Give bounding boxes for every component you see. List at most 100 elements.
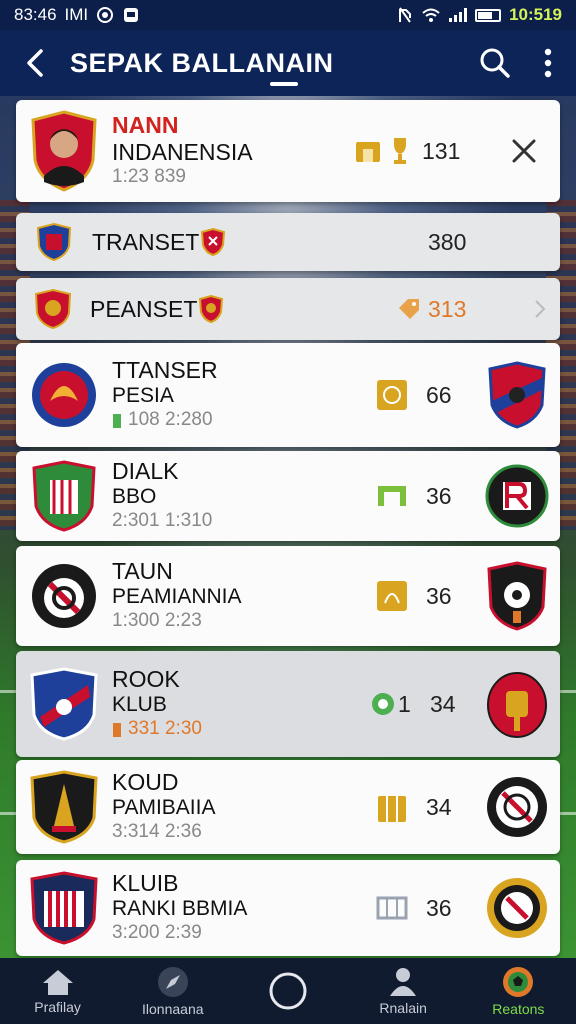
status-time-left: 83:46 <box>14 5 57 24</box>
search-button[interactable] <box>470 30 520 96</box>
club-meta: 2:301 1:310 <box>112 510 213 532</box>
section-row-peanset[interactable]: PEANSET 313 <box>16 278 560 340</box>
club-subtitle: RANKI BBMIA <box>112 897 248 921</box>
club-score: 66 <box>426 381 452 408</box>
player-shield-icon <box>31 110 97 192</box>
opponent-crest <box>474 669 560 739</box>
nav-item-explore[interactable]: Ilonnaana <box>118 958 228 1024</box>
green-bar-icon <box>113 413 121 428</box>
club-crest <box>16 871 112 945</box>
crest-icon <box>32 564 96 628</box>
featured-player-card[interactable]: NANN INDANENSIA 1:23 839 131 <box>16 100 560 202</box>
stat-icon <box>368 790 416 824</box>
compass-icon <box>157 967 188 997</box>
club-meta: 3:314 2:36 <box>112 821 202 843</box>
close-icon <box>512 139 536 163</box>
section-value: 380 <box>428 228 467 255</box>
nav-label: Reatons <box>492 1001 545 1017</box>
jersey-icon <box>350 137 386 165</box>
opponent-crest <box>474 775 560 839</box>
club-badge <box>16 222 92 262</box>
shield-icon <box>34 288 72 330</box>
chevron-right-icon <box>535 300 546 318</box>
more-options-button[interactable] <box>520 30 576 96</box>
status-time-right: 10:519 <box>509 5 562 24</box>
soccer-ball-icon <box>503 967 534 997</box>
club-crest <box>16 562 112 630</box>
crest-icon <box>485 464 549 528</box>
shield-icon <box>487 561 547 631</box>
club-score: 34 <box>430 690 456 717</box>
person-icon <box>390 968 417 996</box>
shield-icon <box>30 667 98 741</box>
app-bar: SEPAK BALLANAIN <box>0 30 576 96</box>
club-subtitle: BBO <box>112 485 157 509</box>
club-row[interactable]: TTANSER PESIA 108 2:280 66 <box>16 343 560 447</box>
status-carrier: IMI <box>64 5 89 24</box>
club-row[interactable]: KLUIB RANKI BBMIA 3:200 2:39 36 <box>16 860 560 956</box>
club-name: TAUN <box>112 557 173 584</box>
club-meta: 108 2:280 <box>112 408 368 433</box>
nav-item-home[interactable] <box>233 958 343 1024</box>
club-meta-text: 108 2:280 <box>128 409 213 431</box>
shield-icon <box>200 227 226 257</box>
status-bar: 83:46 IMI 10:519 <box>0 0 576 30</box>
player-tag: NANN <box>112 112 179 139</box>
row-chevron[interactable] <box>520 299 560 319</box>
club-badge-small <box>188 227 238 257</box>
nav-item-profile[interactable]: Prafilay <box>3 958 113 1024</box>
club-row[interactable]: TAUN PEAMIANNIA 1:300 2:23 36 <box>16 546 560 646</box>
club-meta-text: 331 2:30 <box>128 718 202 740</box>
club-crest <box>16 361 112 429</box>
green-badge-icon <box>368 692 398 716</box>
page-title: SEPAK BALLANAIN <box>70 47 334 78</box>
search-icon <box>480 48 510 78</box>
club-crest <box>16 667 112 741</box>
nav-item-account[interactable]: Rnalain <box>348 958 458 1024</box>
club-badge <box>16 288 90 330</box>
club-name: KOUD <box>112 768 179 795</box>
stat-icon <box>368 482 416 510</box>
opponent-crest <box>474 561 560 631</box>
crest-icon <box>32 363 96 427</box>
player-avatar <box>16 110 112 192</box>
stat-icon <box>368 894 416 922</box>
club-subtitle: PEAMIANNIA <box>112 585 242 609</box>
no-sim-icon <box>399 7 412 23</box>
section-label: PEANSET <box>90 295 198 322</box>
club-row[interactable]: DIALK BBO 2:301 1:310 36 <box>16 451 560 541</box>
shield-icon <box>488 361 546 429</box>
club-crest <box>16 460 112 532</box>
shield-icon <box>36 222 72 262</box>
club-score-prefix: 1 <box>398 690 411 717</box>
crest-icon <box>487 777 547 837</box>
circle-icon <box>269 972 307 1010</box>
chevron-left-icon <box>27 49 43 77</box>
club-row[interactable]: KOUD PAMIBAIIA 3:314 2:36 34 <box>16 760 560 854</box>
signal-icon <box>449 8 468 22</box>
section-row-transet[interactable]: TRANSET 380 <box>16 213 560 271</box>
nav-item-results[interactable]: Reatons <box>463 958 573 1024</box>
club-score: 34 <box>426 793 452 820</box>
club-score: 36 <box>426 582 452 609</box>
bottom-navigation: Prafilay Ilonnaana Rnalain Reatons <box>0 958 576 1024</box>
club-name: DIALK <box>112 457 179 484</box>
club-subtitle: PAMIBAIIA <box>112 796 216 820</box>
player-country: INDANENSIA <box>112 138 253 165</box>
notification-icon <box>97 7 114 23</box>
close-button[interactable] <box>490 138 558 164</box>
section-value: 313 <box>428 295 467 322</box>
home-icon <box>42 970 73 995</box>
crest-icon <box>487 672 547 738</box>
stat-icon <box>368 378 416 412</box>
opponent-crest <box>474 361 560 429</box>
player-score: 131 <box>422 137 461 164</box>
club-score: 36 <box>426 482 452 509</box>
back-button[interactable] <box>0 30 70 96</box>
club-row-selected[interactable]: ROOK KLUB 331 2:30 1 34 <box>16 651 560 757</box>
message-icon <box>124 8 139 22</box>
club-meta: 3:200 2:39 <box>112 922 202 944</box>
club-meta: 331 2:30 <box>112 717 368 742</box>
shield-icon <box>32 460 96 532</box>
club-meta: 1:300 2:23 <box>112 610 202 632</box>
